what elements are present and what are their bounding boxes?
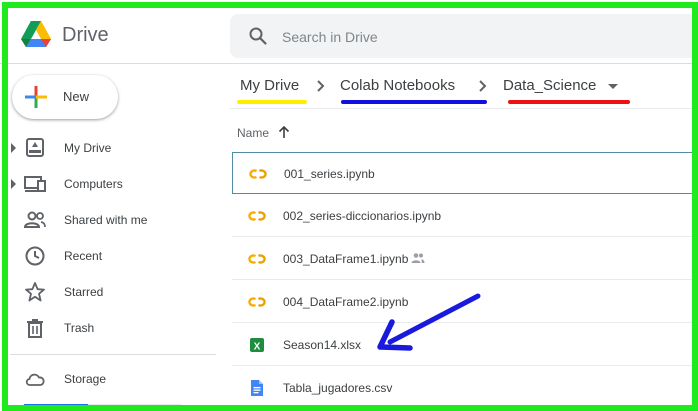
file-row[interactable]: Tabla_jugadores.csv (232, 367, 698, 409)
file-row[interactable]: 003_DataFrame1.ipynb (232, 238, 698, 280)
sidebar-item-label: Starred (64, 285, 104, 299)
doc-file-icon (251, 380, 263, 396)
google-drive-logo-icon[interactable] (20, 20, 52, 50)
breadcrumb-my-drive[interactable]: My Drive (240, 77, 299, 94)
sidebar-item-label: Shared with me (64, 213, 148, 227)
column-header-name[interactable]: Name (237, 126, 269, 140)
file-row[interactable]: 001_series.ipynb (232, 152, 698, 194)
sidebar-item-starred[interactable]: Starred (0, 275, 200, 309)
new-button[interactable]: New (12, 75, 118, 119)
colab-file-icon (248, 297, 266, 307)
colab-file-icon (248, 254, 266, 264)
sidebar-item-label: Trash (64, 321, 95, 335)
file-row[interactable]: 002_series-diccionarios.ipynb (232, 195, 698, 237)
header-divider (0, 63, 698, 64)
sidebar-item-computers[interactable]: Computers (0, 167, 200, 201)
sidebar-item-trash[interactable]: Trash (0, 311, 200, 345)
annotation-underline-yellow (237, 100, 307, 104)
breadcrumb-divider (230, 108, 698, 109)
sidebar-item-my-drive[interactable]: My Drive (0, 131, 200, 165)
sidebar-item-label: Computers (64, 177, 123, 191)
file-name: 001_series.ipynb (284, 167, 375, 181)
trash-icon (27, 319, 43, 338)
breadcrumb-data-science[interactable]: Data_Science (503, 77, 596, 94)
sidebar-divider (10, 354, 216, 355)
chevron-right-icon (479, 80, 487, 92)
app-name[interactable]: Drive (62, 24, 109, 47)
annotation-underline-red (508, 100, 630, 104)
shared-with-me-icon (24, 211, 46, 228)
sidebar-item-label: Recent (64, 249, 103, 263)
annotation-underline-blue (341, 100, 487, 104)
new-button-label: New (63, 89, 90, 104)
file-name: 003_DataFrame1.ipynb (283, 252, 409, 266)
my-drive-icon (26, 138, 44, 157)
chevron-right-icon (317, 80, 325, 92)
excel-file-icon: X (250, 338, 264, 352)
file-name: Season14.xlsx (283, 338, 362, 352)
storage-usage-track (88, 404, 182, 410)
storage-usage-bar (24, 404, 88, 410)
search-bar[interactable] (230, 14, 698, 58)
computers-icon (24, 176, 46, 192)
plus-icon (25, 86, 47, 108)
file-name: 002_series-diccionarios.ipynb (283, 209, 442, 223)
sidebar-item-label: My Drive (64, 141, 112, 155)
sidebar-item-storage[interactable]: Storage (0, 362, 200, 396)
colab-file-icon (248, 211, 266, 221)
expand-caret-icon[interactable] (11, 143, 16, 153)
sidebar-item-label: Storage (64, 372, 107, 386)
search-icon[interactable] (248, 26, 268, 46)
sidebar-item-shared-with-me[interactable]: Shared with me (0, 203, 200, 237)
annotation-arrow (377, 293, 481, 351)
caret-down-icon[interactable] (608, 84, 618, 89)
sidebar-item-recent[interactable]: Recent (0, 239, 200, 273)
breadcrumb-colab-notebooks[interactable]: Colab Notebooks (340, 77, 455, 94)
star-icon (25, 282, 45, 302)
file-name: Tabla_jugadores.csv (283, 381, 393, 395)
shared-people-icon (411, 253, 425, 263)
arrow-up-icon[interactable] (278, 125, 290, 139)
colab-file-icon (249, 169, 267, 179)
search-input[interactable] (280, 26, 664, 48)
clock-icon (25, 246, 45, 266)
svg-text:X: X (254, 341, 261, 352)
expand-caret-icon[interactable] (11, 179, 16, 189)
cloud-icon (25, 373, 45, 386)
